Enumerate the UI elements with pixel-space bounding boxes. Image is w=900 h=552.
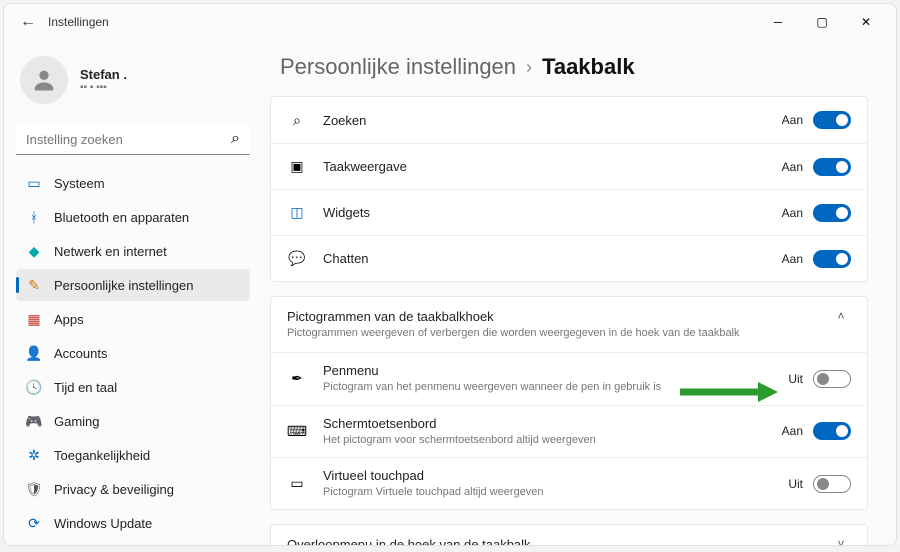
update-icon: ⟳ [26, 515, 42, 531]
breadcrumb-current: Taakbalk [542, 54, 635, 80]
display-icon: ▭ [26, 175, 42, 191]
toggle-taskview[interactable] [813, 158, 851, 176]
maximize-button[interactable]: ▢ [800, 6, 844, 38]
nav-apps[interactable]: ▦Apps [16, 303, 250, 335]
corner-icons-section: Pictogrammen van de taakbalkhoek Pictogr… [270, 296, 868, 510]
chevron-up-icon: ˄ [831, 309, 851, 323]
search-icon: ⌕ [287, 110, 307, 130]
search-icon: ⌕ [231, 130, 240, 148]
clock-icon: 🕓 [26, 379, 42, 395]
titlebar: ← Instellingen ─ ▢ ✕ [4, 4, 896, 40]
row-widgets[interactable]: ◫ Widgets Aan [271, 189, 867, 235]
nav-personalization[interactable]: ✎Persoonlijke instellingen [16, 269, 250, 301]
pen-icon: ✒ [287, 369, 307, 389]
gamepad-icon: 🎮 [26, 413, 42, 429]
taskview-icon: ▣ [287, 157, 307, 177]
row-search[interactable]: ⌕ Zoeken Aan [271, 97, 867, 143]
bluetooth-icon: ᚼ [26, 209, 42, 225]
toggle-pen[interactable] [813, 370, 851, 388]
chevron-right-icon: › [526, 57, 532, 78]
avatar [20, 56, 68, 104]
overflow-header[interactable]: Overloopmenu in de hoek van de taakbalk … [271, 525, 867, 545]
minimize-button[interactable]: ─ [756, 6, 800, 38]
profile[interactable]: Stefan . ▪▪ ▪ ▪▪▪ [16, 48, 250, 120]
row-pen[interactable]: ✒ Penmenu Pictogram van het penmenu weer… [271, 352, 867, 404]
chevron-down-icon: ˅ [831, 537, 851, 545]
back-button[interactable]: ← [12, 13, 44, 31]
nav: ▭Systeem ᚼBluetooth en apparaten ◆Netwer… [16, 167, 250, 539]
breadcrumb-parent[interactable]: Persoonlijke instellingen [280, 54, 516, 80]
nav-gaming[interactable]: 🎮Gaming [16, 405, 250, 437]
row-touchpad[interactable]: ▭ Virtueel touchpad Pictogram Virtuele t… [271, 457, 867, 509]
taskbar-items-card: ⌕ Zoeken Aan ▣ Taakweergave Aan ◫ Widget… [270, 96, 868, 282]
row-taskview[interactable]: ▣ Taakweergave Aan [271, 143, 867, 189]
nav-time[interactable]: 🕓Tijd en taal [16, 371, 250, 403]
widgets-icon: ◫ [287, 203, 307, 223]
profile-name: Stefan . [80, 67, 127, 82]
profile-sub: ▪▪ ▪ ▪▪▪ [80, 82, 127, 93]
main-panel: Persoonlijke instellingen › Taakbalk ⌕ Z… [262, 40, 896, 545]
overflow-section: Overloopmenu in de hoek van de taakbalk … [270, 524, 868, 545]
settings-window: ← Instellingen ─ ▢ ✕ Stefan . ▪▪ ▪ ▪▪▪ ⌕ [3, 3, 897, 546]
nav-privacy[interactable]: 🛡Privacy & beveiliging [16, 473, 250, 505]
breadcrumb: Persoonlijke instellingen › Taakbalk [270, 48, 868, 96]
toggle-touchpad[interactable] [813, 475, 851, 493]
search-box[interactable]: ⌕ [16, 124, 250, 155]
nav-network[interactable]: ◆Netwerk en internet [16, 235, 250, 267]
wifi-icon: ◆ [26, 243, 42, 259]
window-title: Instellingen [48, 15, 109, 29]
nav-accounts[interactable]: 👤Accounts [16, 337, 250, 369]
search-input[interactable] [26, 132, 231, 147]
toggle-keyboard[interactable] [813, 422, 851, 440]
toggle-chat[interactable] [813, 250, 851, 268]
row-chat[interactable]: 💬 Chatten Aan [271, 235, 867, 281]
apps-icon: ▦ [26, 311, 42, 327]
nav-system[interactable]: ▭Systeem [16, 167, 250, 199]
nav-bluetooth[interactable]: ᚼBluetooth en apparaten [16, 201, 250, 233]
touchpad-icon: ▭ [287, 474, 307, 494]
close-button[interactable]: ✕ [844, 6, 888, 38]
keyboard-icon: ⌨ [287, 421, 307, 441]
accessibility-icon: ✲ [26, 447, 42, 463]
row-keyboard[interactable]: ⌨ Schermtoetsenbord Het pictogram voor s… [271, 405, 867, 457]
toggle-widgets[interactable] [813, 204, 851, 222]
shield-icon: 🛡 [26, 481, 42, 497]
nav-update[interactable]: ⟳Windows Update [16, 507, 250, 539]
person-icon: 👤 [26, 345, 42, 361]
brush-icon: ✎ [26, 277, 42, 293]
corner-icons-header[interactable]: Pictogrammen van de taakbalkhoek Pictogr… [271, 297, 867, 352]
chat-icon: 💬 [287, 249, 307, 269]
nav-accessibility[interactable]: ✲Toegankelijkheid [16, 439, 250, 471]
sidebar: Stefan . ▪▪ ▪ ▪▪▪ ⌕ ▭Systeem ᚼBluetooth … [4, 40, 262, 545]
toggle-search[interactable] [813, 111, 851, 129]
